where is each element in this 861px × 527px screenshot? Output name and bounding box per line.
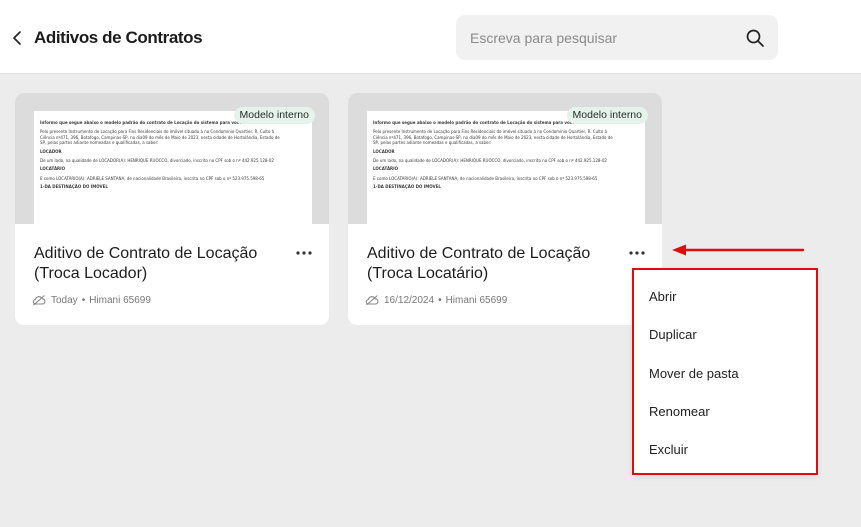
- preview-line: De um lado, na qualidade de LOCADOR(A): …: [40, 158, 274, 164]
- document-thumbnail[interactable]: Informo que segue abaixo o modelo padrão…: [15, 93, 329, 224]
- document-preview: Informo que segue abaixo o modelo padrão…: [367, 111, 645, 224]
- preview-line: LOCATÁRIO: [373, 166, 399, 172]
- more-options-icon[interactable]: [295, 246, 313, 258]
- preview-line: SP, pelas partes adiante nomeadas e qual…: [40, 140, 159, 146]
- top-bar: Aditivos de Contratos: [0, 0, 861, 74]
- document-card[interactable]: Informo que segue abaixo o modelo padrão…: [15, 93, 329, 325]
- preview-line: SP, pelas partes adiante nomeadas e qual…: [373, 140, 492, 146]
- internal-model-badge: Modelo interno: [233, 107, 315, 124]
- document-preview: Informo que segue abaixo o modelo padrão…: [34, 111, 312, 224]
- preview-line: E como LOCATÁRIO(A): ADRIELE SANTANA, de…: [373, 175, 598, 181]
- cloud-icon: [365, 295, 379, 306]
- preview-line: LOCADOR: [373, 148, 395, 154]
- menu-item-duplicate[interactable]: Duplicar: [649, 327, 697, 342]
- card-title[interactable]: Aditivo de Contrato de Locação (Troca Lo…: [34, 244, 284, 284]
- more-options-icon[interactable]: [628, 246, 646, 258]
- preview-line: E como LOCATÁRIO(A): ADRIELE SANTANA, de…: [40, 175, 265, 181]
- preview-line: De um lado, na qualidade de LOCADOR(A): …: [373, 158, 607, 164]
- menu-item-move-folder[interactable]: Mover de pasta: [649, 366, 739, 381]
- card-date: Today: [51, 294, 78, 306]
- cloud-icon: [32, 295, 46, 306]
- search-input[interactable]: [470, 27, 730, 48]
- card-author: Himani 65699: [89, 294, 151, 306]
- search-box[interactable]: [456, 15, 778, 60]
- menu-item-rename[interactable]: Renomear: [649, 404, 710, 419]
- card-meta: Today • Himani 65699: [32, 294, 151, 306]
- search-icon[interactable]: [745, 28, 765, 48]
- menu-item-open[interactable]: Abrir: [649, 289, 676, 304]
- internal-model-badge: Modelo interno: [566, 107, 648, 124]
- meta-separator: •: [438, 294, 442, 306]
- document-thumbnail[interactable]: Informo que segue abaixo o modelo padrão…: [348, 93, 662, 224]
- card-date: 16/12/2024: [384, 294, 435, 306]
- card-meta: 16/12/2024 • Himani 65699: [365, 294, 507, 306]
- card-title[interactable]: Aditivo de Contrato de Locação (Troca Lo…: [367, 244, 617, 284]
- page-title: Aditivos de Contratos: [34, 28, 203, 47]
- document-card[interactable]: Informo que segue abaixo o modelo padrão…: [348, 93, 662, 325]
- annotation-arrow: [672, 244, 805, 256]
- card-author: Himani 65699: [445, 294, 508, 306]
- meta-separator: •: [81, 294, 86, 306]
- back-chevron-icon[interactable]: [10, 28, 26, 48]
- context-menu: Abrir Duplicar Mover de pasta Renomear E…: [632, 268, 818, 475]
- preview-line: 1-DA DESTINAÇÃO DO IMÓVEL: [373, 184, 441, 190]
- preview-line: LOCADOR: [40, 148, 62, 154]
- preview-line: LOCATÁRIO: [40, 166, 66, 172]
- preview-line: 1-DA DESTINAÇÃO DO IMÓVEL: [40, 184, 108, 190]
- menu-item-delete[interactable]: Excluir: [649, 442, 688, 457]
